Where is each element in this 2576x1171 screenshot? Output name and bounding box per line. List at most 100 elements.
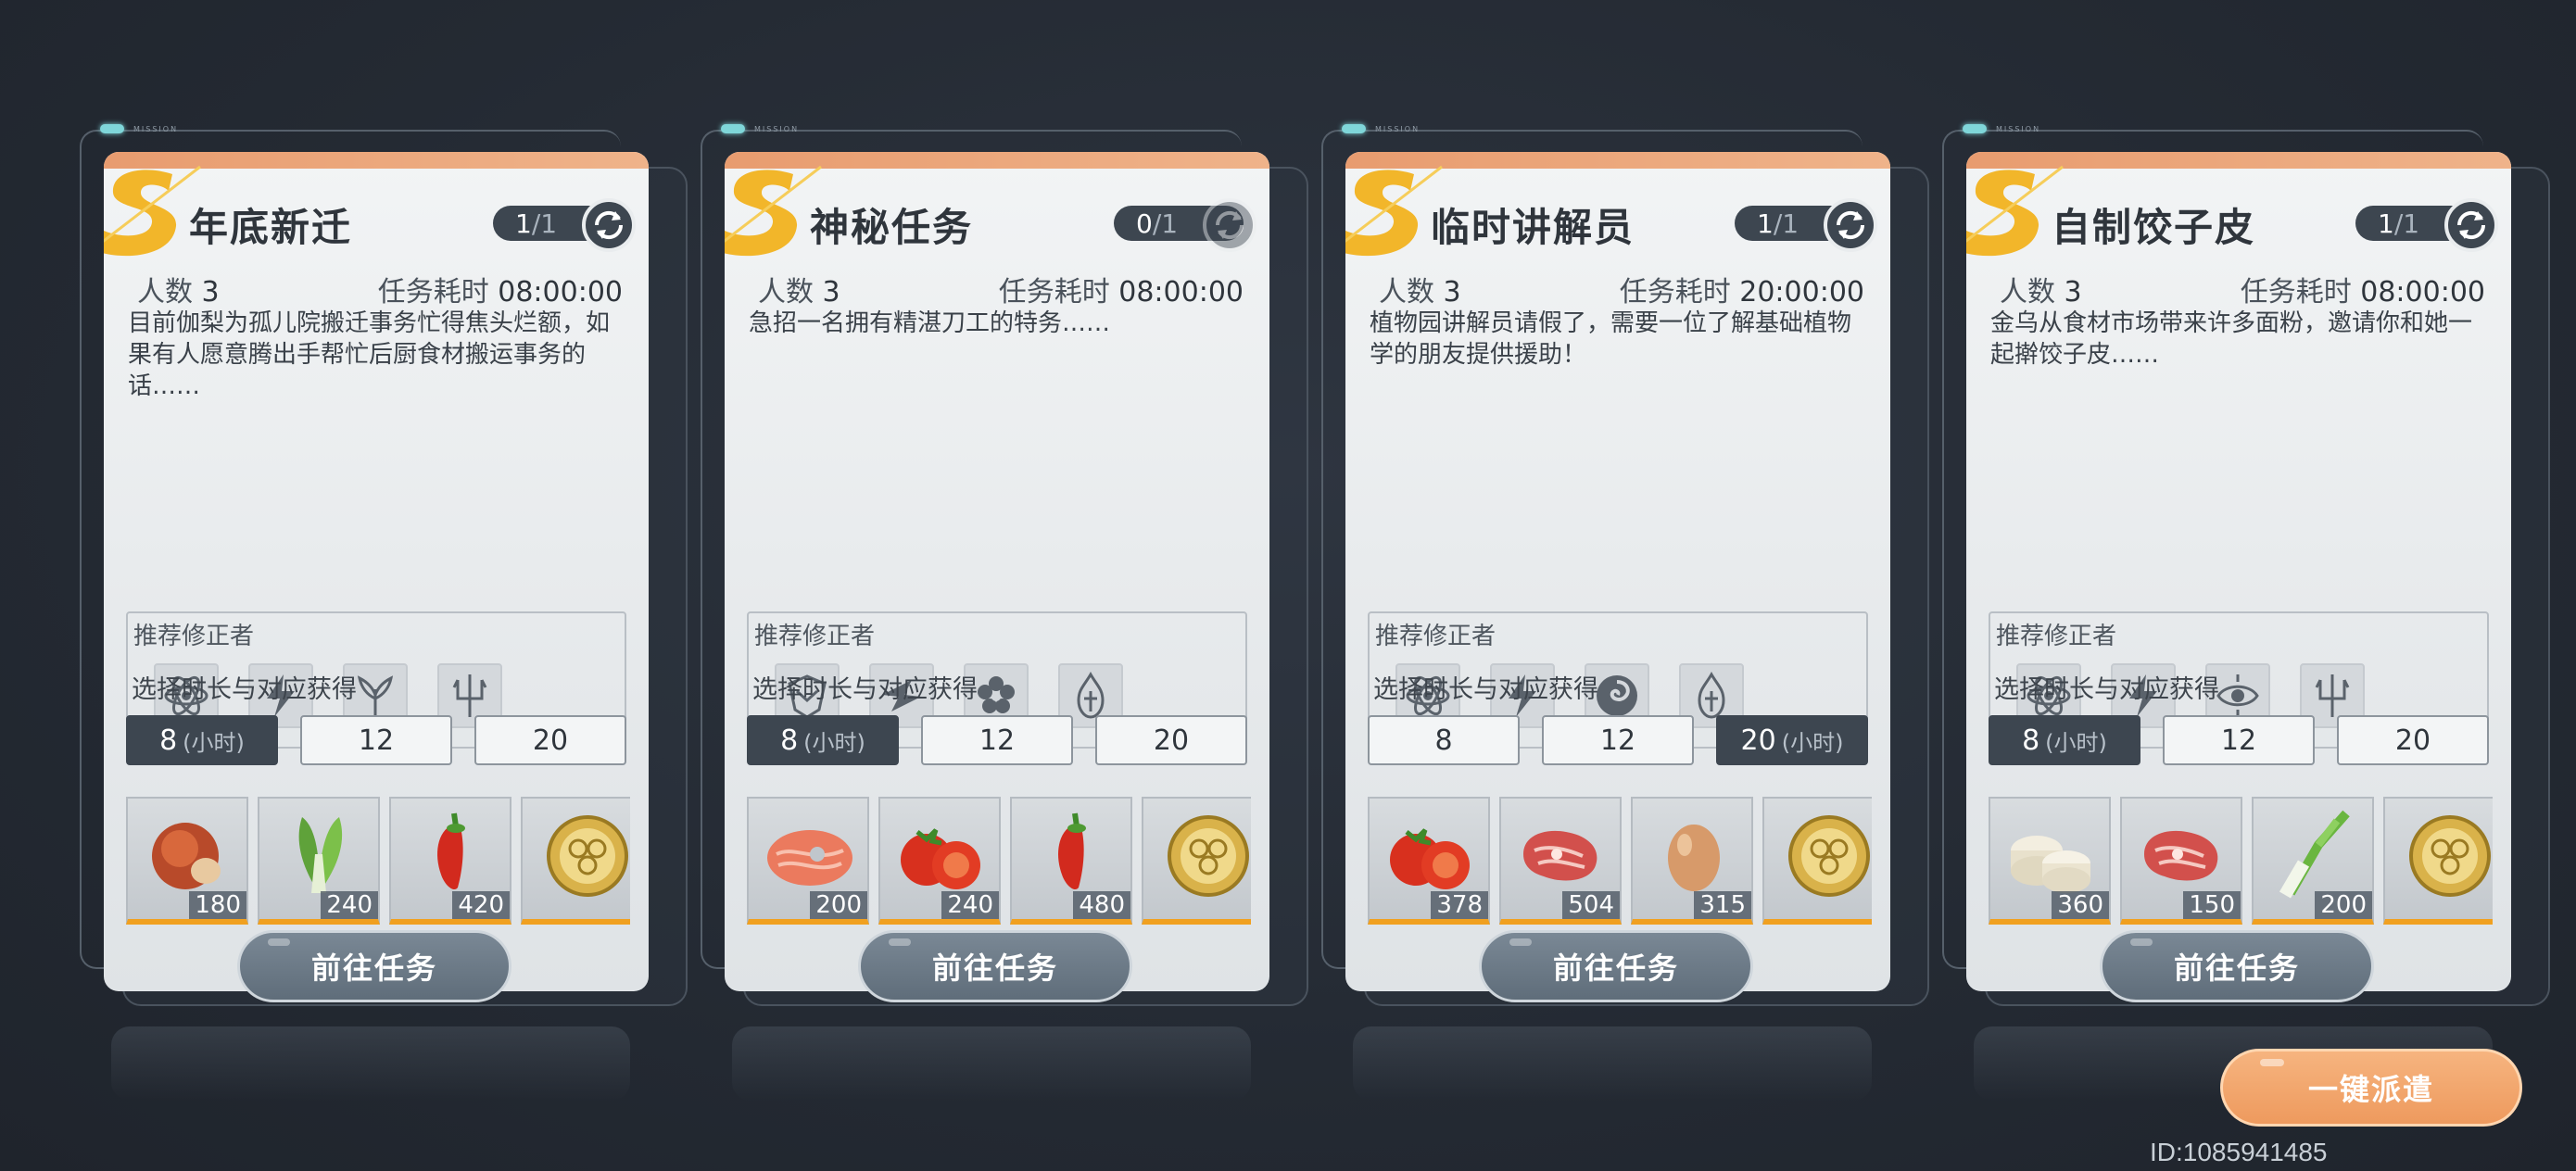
- go-to-mission-button[interactable]: 前往任务: [1479, 930, 1753, 1002]
- card-body: 年底新迁 1/1 人数 3 任务耗时 08:00:00 目前伽梨为孤儿院搬迁事务忙得焦头…: [104, 152, 649, 991]
- time-value: 08:00:00: [1118, 276, 1244, 308]
- duration-unit: (小时): [803, 729, 865, 756]
- duration-option-12[interactable]: 12: [921, 715, 1073, 765]
- reward-count: 360: [2052, 891, 2109, 919]
- reward-count: 378: [1431, 891, 1488, 919]
- go-to-mission-button[interactable]: 前往任务: [2100, 930, 2374, 1002]
- people-info: 人数 3: [758, 269, 840, 309]
- reward-count: 420: [452, 891, 510, 919]
- user-id: ID:1085941485: [2150, 1138, 2328, 1166]
- reward-item[interactable]: 504: [1499, 797, 1622, 925]
- mission-title: 年底新迁: [189, 205, 353, 250]
- mission-description: 急招一名拥有精湛刀工的特务……: [749, 309, 1111, 337]
- slot-total: /1: [1773, 208, 1799, 239]
- duration-option-12[interactable]: 12: [2163, 715, 2315, 765]
- reward-item[interactable]: [1762, 797, 1872, 925]
- duration-value: 20: [1153, 724, 1190, 757]
- go-label: 前往任务: [931, 951, 1058, 986]
- people-info: 人数 3: [1379, 269, 1461, 309]
- reward-item[interactable]: 150: [2120, 797, 2242, 925]
- reward-item[interactable]: [2383, 797, 2493, 925]
- refresh-button[interactable]: [582, 198, 636, 252]
- duration-value: 12: [2220, 724, 2257, 757]
- refresh-icon: [594, 210, 624, 240]
- duration-option-20[interactable]: 20 (小时): [1716, 715, 1868, 765]
- reward-count: 315: [1694, 891, 1751, 919]
- duration-info: 任务耗时 20:00:00: [1620, 269, 1864, 309]
- go-label: 前往任务: [310, 951, 437, 986]
- duration-value: 8: [159, 724, 178, 757]
- info-row: 人数 3 任务耗时 08:00:00: [137, 269, 623, 309]
- duration-label: 选择时长与对应获得: [1994, 675, 2219, 704]
- reward-item[interactable]: [521, 797, 630, 925]
- card-body: 自制饺子皮 1/1 人数 3 任务耗时 08:00:00 金乌从食材市场带来许多面粉，邀…: [1966, 152, 2511, 991]
- refresh-icon: [2456, 210, 2486, 240]
- reward-item[interactable]: 200: [2252, 797, 2374, 925]
- duration-value: 12: [979, 724, 1016, 757]
- refresh-button[interactable]: [1203, 198, 1256, 252]
- reward-count: 150: [2183, 891, 2241, 919]
- duration-value: 8: [1434, 724, 1453, 757]
- slot-total: /1: [2393, 208, 2420, 239]
- reward-item[interactable]: 315: [1631, 797, 1753, 925]
- rewards-list: 360 150 200: [1989, 797, 2493, 928]
- duration-value: 12: [1599, 724, 1636, 757]
- duration-value: 20: [2394, 724, 2431, 757]
- slot-total: /1: [1152, 208, 1179, 239]
- mission-tag: MISSION: [1963, 124, 2040, 133]
- reward-count: 200: [2315, 891, 2372, 919]
- reward-count: 240: [941, 891, 999, 919]
- mission-title: 临时讲解员: [1431, 205, 1635, 250]
- duration-option-12[interactable]: 12: [1542, 715, 1694, 765]
- mission-description: 植物园讲解员请假了，需要一位了解基础植物学的朋友提供援助！: [1370, 309, 1852, 369]
- duration-options: 8 (小时) 12 20: [1989, 715, 2489, 765]
- one-click-dispatch-button[interactable]: 一键派遣: [2220, 1049, 2522, 1127]
- mission-tag: MISSION: [721, 124, 799, 133]
- duration-option-20[interactable]: 20: [2337, 715, 2489, 765]
- duration-info: 任务耗时 08:00:00: [2241, 269, 2485, 309]
- reward-item[interactable]: 240: [878, 797, 1001, 925]
- duration-option-20[interactable]: 20: [1095, 715, 1247, 765]
- button-highlight: [1509, 938, 1532, 946]
- mission-tag-pill: [721, 124, 745, 133]
- reward-item[interactable]: 200: [747, 797, 869, 925]
- reward-item[interactable]: [1142, 797, 1251, 925]
- reward-item[interactable]: 378: [1368, 797, 1490, 925]
- reward-item[interactable]: 480: [1010, 797, 1132, 925]
- people-info: 人数 3: [137, 269, 220, 309]
- go-to-mission-button[interactable]: 前往任务: [858, 930, 1132, 1002]
- rewards-list: 378 504 315: [1368, 797, 1872, 928]
- reward-item[interactable]: 180: [126, 797, 248, 925]
- slot-total: /1: [531, 208, 558, 239]
- mission-tag-pill: [100, 124, 124, 133]
- mission-tag: MISSION: [1342, 124, 1420, 133]
- duration-option-8[interactable]: 8 (小时): [126, 715, 278, 765]
- duration-unit: (小时): [2045, 729, 2107, 756]
- time-value: 08:00:00: [2360, 276, 2485, 308]
- refresh-button[interactable]: [1824, 198, 1877, 252]
- refresh-button[interactable]: [2444, 198, 2498, 252]
- recommended-label: 推荐修正者: [1996, 623, 2117, 650]
- duration-label: 选择时长与对应获得: [752, 675, 978, 704]
- card-body: 临时讲解员 1/1 人数 3 任务耗时 20:00:00 植物园讲解员请假了，需要一位了…: [1345, 152, 1890, 991]
- duration-option-12[interactable]: 12: [300, 715, 452, 765]
- duration-options: 8 (小时) 12 20: [747, 715, 1247, 765]
- duration-info: 任务耗时 08:00:00: [378, 269, 623, 309]
- reward-item[interactable]: 240: [258, 797, 380, 925]
- duration-option-8[interactable]: 8: [1368, 715, 1520, 765]
- people-info: 人数 3: [2000, 269, 2082, 309]
- duration-unit: (小时): [183, 729, 245, 756]
- rewards-list: 180 240 420: [126, 797, 630, 928]
- reward-item[interactable]: 420: [389, 797, 511, 925]
- go-to-mission-button[interactable]: 前往任务: [237, 930, 511, 1002]
- reward-count: 480: [1073, 891, 1130, 919]
- duration-label: 选择时长与对应获得: [132, 675, 357, 704]
- people-count: 3: [822, 276, 840, 308]
- duration-option-8[interactable]: 8 (小时): [747, 715, 899, 765]
- reward-count: 504: [1562, 891, 1620, 919]
- duration-value: 8: [2022, 724, 2040, 757]
- mission-card: MISSION 自制饺子皮 1/1 人数 3 任务耗时 08:00:00 金乌从食材市场带…: [1942, 124, 2559, 1006]
- duration-option-20[interactable]: 20: [474, 715, 626, 765]
- duration-option-8[interactable]: 8 (小时): [1989, 715, 2140, 765]
- reward-item[interactable]: 360: [1989, 797, 2111, 925]
